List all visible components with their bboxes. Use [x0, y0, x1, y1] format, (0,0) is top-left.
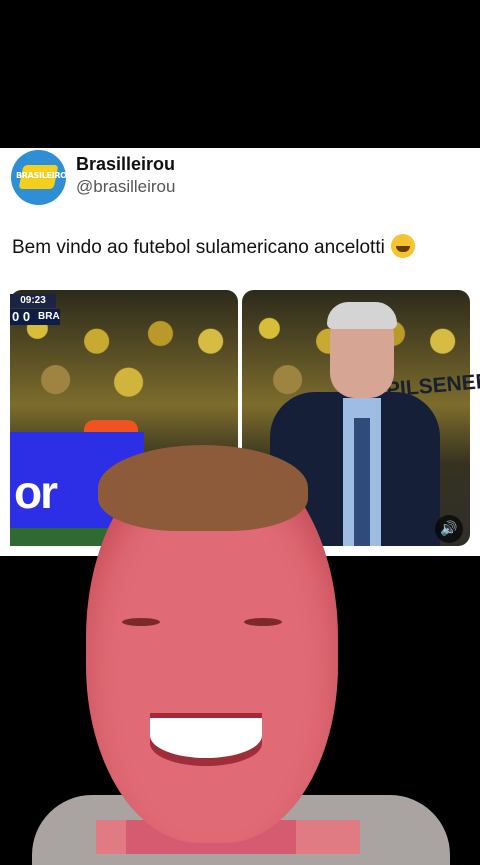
- smiling-mouth: [150, 713, 262, 758]
- tweet-body: Bem vindo ao futebol sulamericano ancelo…: [12, 237, 385, 258]
- team-label: BRA: [38, 311, 60, 322]
- match-time: 09:23: [10, 294, 56, 308]
- coach-tie: [354, 418, 370, 546]
- account-avatar[interactable]: BRASILEIROU: [11, 150, 66, 205]
- ad-board-text: or: [14, 466, 58, 518]
- left-eye: [122, 618, 160, 626]
- tweet-text: Bem vindo ao futebol sulamericano ancelo…: [12, 234, 415, 259]
- laughing-crying-face-icon: [390, 234, 415, 258]
- right-eye: [244, 618, 282, 626]
- account-handle[interactable]: @brasilleirou: [76, 177, 175, 197]
- coach-hair: [327, 302, 397, 329]
- person-hair: [98, 445, 308, 531]
- speaker-icon[interactable]: 🔊: [435, 515, 463, 543]
- top-black-area: [0, 0, 480, 148]
- avatar-logo-text: BRASILEIROU: [16, 171, 66, 180]
- account-name[interactable]: Brasilleirou: [76, 154, 175, 175]
